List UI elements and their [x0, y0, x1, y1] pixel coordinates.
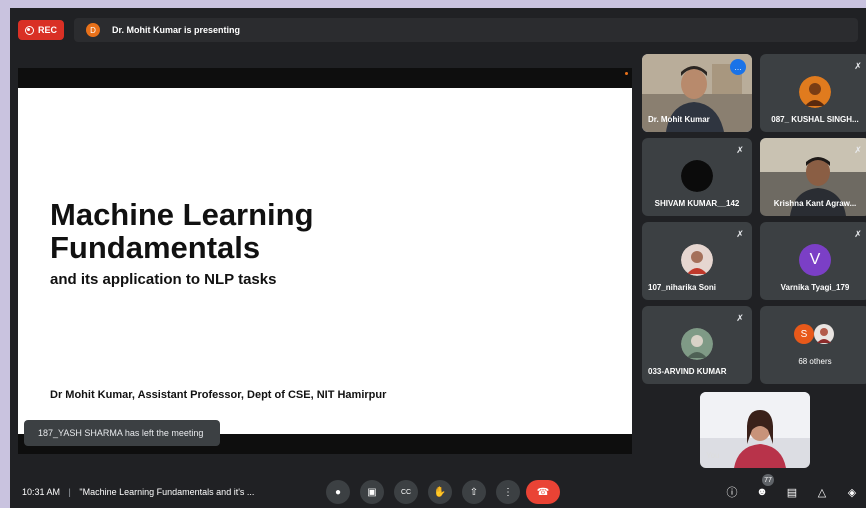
bottom-bar: 10:31 AM | "Machine Learning Fundamental…: [10, 474, 866, 508]
slide-title-line2: Fundamentals: [50, 230, 261, 265]
participant-tile-presenter[interactable]: … Dr. Mohit Kumar: [642, 54, 752, 132]
participant-name: 107_niharika Soni: [648, 283, 717, 292]
participant-tile[interactable]: ✗ 033-ARVIND KUMAR: [642, 306, 752, 384]
participant-name: 087_ KUSHAL SINGH...: [771, 115, 859, 124]
participant-tile[interactable]: ✗ 107_niharika Soni: [642, 222, 752, 300]
mic-off-icon: ✗: [736, 312, 744, 323]
captions-icon: CC: [400, 488, 412, 496]
others-avatar: S: [794, 324, 814, 344]
presenting-banner: D Dr. Mohit Kumar is presenting: [74, 18, 858, 42]
participant-tile[interactable]: ✗ SHIVAM KUMAR__142: [642, 138, 752, 216]
participant-avatar: [681, 160, 713, 192]
mic-button[interactable]: ●: [326, 480, 350, 504]
mic-off-icon: ✗: [736, 144, 744, 155]
chat-icon: ▤: [786, 486, 798, 499]
top-bar: REC D Dr. Mohit Kumar is presenting: [10, 8, 866, 50]
participant-name: 033-ARVIND KUMAR: [648, 367, 727, 376]
separator: |: [68, 487, 71, 497]
meeting-details-button[interactable]: ⓘ: [724, 484, 740, 500]
more-options-button[interactable]: ⋮: [496, 480, 520, 504]
participant-avatar: V: [799, 244, 831, 276]
participant-tile[interactable]: ✗ V Varnika Tyagi_179: [760, 222, 866, 300]
host-controls-button[interactable]: ◈: [844, 484, 860, 500]
slide-title: Machine Learning Fundamentals: [50, 198, 470, 264]
mic-off-icon: ✗: [736, 228, 744, 239]
camera-button[interactable]: ▣: [360, 480, 384, 504]
others-avatar-photo: [814, 324, 834, 344]
meeting-info: 10:31 AM | "Machine Learning Fundamental…: [22, 487, 254, 497]
meet-window: REC D Dr. Mohit Kumar is presenting Mach…: [10, 8, 866, 508]
mic-off-icon: ✗: [854, 228, 862, 239]
others-count: 68 others: [798, 357, 832, 366]
mic-off-icon: ✗: [854, 60, 862, 71]
recording-indicator[interactable]: REC: [18, 20, 64, 40]
hangup-icon: ☎: [536, 486, 550, 498]
participant-name: SHIVAM KUMAR__142: [654, 199, 740, 208]
hand-icon: ✋: [433, 486, 447, 498]
participant-name: Varnika Tyagi_179: [780, 283, 850, 292]
rec-label: REC: [37, 25, 57, 35]
chat-button[interactable]: ▤: [784, 484, 800, 500]
self-name: You: [706, 451, 720, 460]
end-call-button[interactable]: ☎: [526, 480, 560, 504]
presenter-avatar: D: [86, 23, 100, 37]
shared-screen: Machine Learning Fundamentals and its ap…: [18, 68, 632, 454]
slide-title-line1: Machine Learning: [50, 197, 314, 232]
activities-button[interactable]: △: [814, 484, 830, 500]
mic-off-icon: ✗: [854, 144, 862, 155]
people-button[interactable]: ☻: [754, 484, 770, 500]
shield-icon: ◈: [847, 486, 857, 499]
people-count-badge: 77: [762, 474, 774, 486]
notification-toast: 187_YASH SHARMA has left the meeting: [24, 420, 220, 446]
self-view-tile[interactable]: You: [700, 392, 810, 468]
share-indicator-dot: [625, 72, 628, 75]
record-icon: [24, 25, 34, 35]
speaking-icon: …: [730, 59, 746, 75]
raise-hand-button[interactable]: ✋: [428, 480, 452, 504]
participant-tile[interactable]: ✗ Krishna Kant Agraw...: [760, 138, 866, 216]
meeting-title: "Machine Learning Fundamentals and it's …: [79, 487, 255, 497]
share-top-border: [18, 68, 632, 88]
present-icon: ⇧: [469, 486, 479, 498]
activities-icon: △: [817, 486, 827, 499]
presentation-slide: Machine Learning Fundamentals and its ap…: [18, 88, 632, 434]
mic-icon: ●: [334, 486, 342, 498]
participant-tile-others[interactable]: S 68 others: [760, 306, 866, 384]
participant-avatar: [681, 244, 713, 276]
more-vert-icon: ⋮: [503, 486, 513, 498]
present-button[interactable]: ⇧: [462, 480, 486, 504]
participant-name: Dr. Mohit Kumar: [648, 115, 710, 124]
slide-subtitle: and its application to NLP tasks: [50, 271, 277, 288]
participant-name: Krishna Kant Agraw...: [773, 199, 857, 208]
captions-button[interactable]: CC: [394, 480, 418, 504]
info-icon: ⓘ: [726, 487, 738, 499]
slide-author: Dr Mohit Kumar, Assistant Professor, Dep…: [50, 389, 387, 401]
participant-avatar: [799, 76, 831, 108]
participant-avatar: [681, 328, 713, 360]
people-icon: ☻: [756, 486, 768, 498]
clock-time: 10:31 AM: [22, 487, 61, 497]
participant-tile[interactable]: ✗ 087_ KUSHAL SINGH...: [760, 54, 866, 132]
camera-icon: ▣: [367, 486, 377, 498]
presenting-text: Dr. Mohit Kumar is presenting: [112, 25, 241, 35]
